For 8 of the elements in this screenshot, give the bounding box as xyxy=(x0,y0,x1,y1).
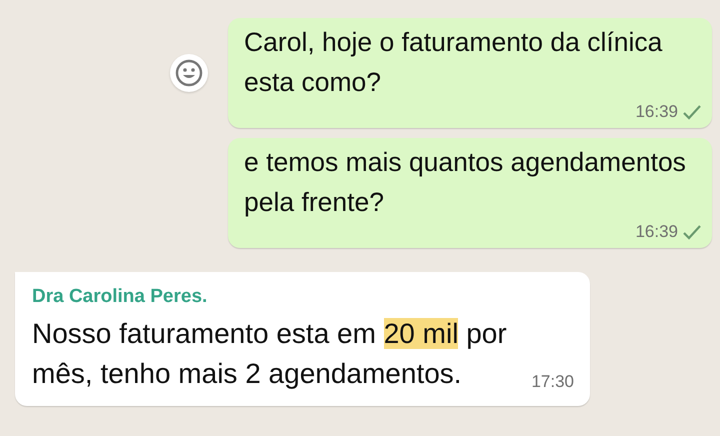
sender-name: Dra Carolina Peres. xyxy=(32,286,208,308)
message-text: e temos mais quantos agendamentos pela frente? xyxy=(244,146,686,219)
emoji-button[interactable] xyxy=(170,54,208,92)
message-time: 16:39 xyxy=(635,102,678,122)
message-text: Carol, hoje o faturamento da clínica esta como? xyxy=(244,26,662,99)
message-time: 17:30 xyxy=(531,372,574,392)
message-text: Nosso faturamento esta em 20 mil por mês, tenho mais 2 agendamentos. xyxy=(32,317,507,391)
message-time: 16:39 xyxy=(635,222,678,242)
